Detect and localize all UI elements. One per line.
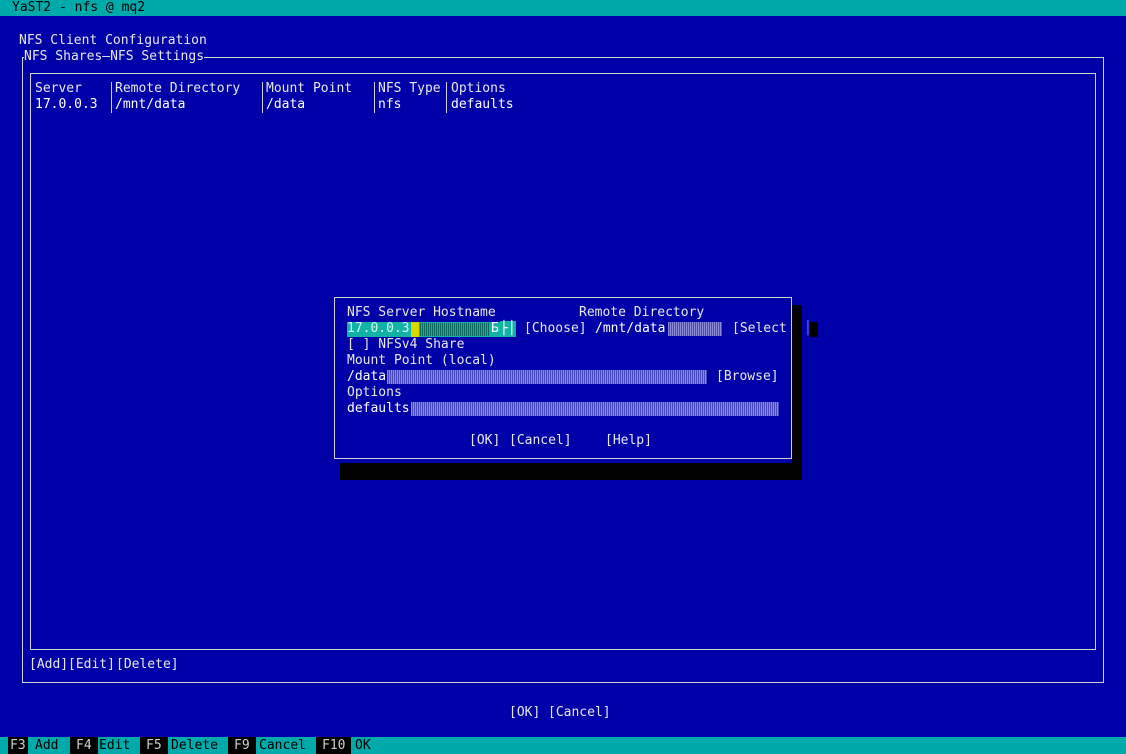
fkey-f9[interactable]: F9: [228, 737, 256, 754]
mount-point-value[interactable]: /data: [347, 369, 386, 385]
fkey-f10-label[interactable]: OK: [355, 737, 371, 754]
fkey-f4[interactable]: F4: [70, 737, 98, 754]
fkey-f5-label[interactable]: Delete: [171, 737, 218, 754]
main-cancel-button[interactable]: [Cancel]: [548, 705, 611, 721]
column-header-nfs-type[interactable]: NFS Type: [378, 81, 441, 97]
dialog-shadow-bottom: [340, 463, 802, 480]
nfsv4-checkbox[interactable]: [ ] NFSv4 Share: [347, 337, 464, 353]
cell-nfs-type: nfs: [378, 97, 402, 112]
hostname-value: 17.0.0.3: [347, 321, 410, 336]
page-title: NFS Client Configuration: [19, 33, 207, 48]
options-input[interactable]: [411, 402, 779, 416]
hostname-input-fill: [418, 323, 490, 336]
column-separator: [111, 82, 112, 113]
dialog-cancel-button[interactable]: [Cancel]: [509, 433, 572, 449]
remote-directory-label: Remote Directory: [579, 305, 705, 320]
window-title-bar: YaST2 - nfs @ mq2: [0, 0, 1126, 16]
fkey-f9-label[interactable]: Cancel: [259, 737, 306, 754]
options-value[interactable]: defaults: [347, 401, 410, 417]
column-header-remote-directory[interactable]: Remote Directory: [115, 81, 240, 97]
browse-button[interactable]: [Browse]: [716, 369, 779, 385]
fkey-f3[interactable]: F3: [8, 737, 28, 754]
dialog-help-button[interactable]: [Help]: [605, 433, 652, 449]
main-ok-button[interactable]: [OK]: [509, 705, 540, 721]
window-title: YaST2 - nfs @ mq2: [12, 0, 146, 15]
column-header-server[interactable]: Server: [35, 81, 82, 97]
text-cursor: [411, 322, 419, 337]
dialog-ok-button[interactable]: [OK]: [469, 433, 500, 449]
select-button[interactable]: [Select: [732, 321, 787, 337]
dialog-edge-block: [810, 322, 818, 337]
column-separator: [374, 82, 375, 113]
cell-remote-directory: /mnt/data: [115, 97, 186, 112]
column-separator: [446, 82, 447, 113]
mount-point-label: Mount Point (local): [347, 353, 496, 368]
tab-nfs-settings[interactable]: NFS Settings: [110, 49, 204, 64]
tab-nfs-shares[interactable]: NFS Shares: [24, 49, 102, 64]
cell-options: defaults: [451, 97, 514, 112]
choose-button[interactable]: [Choose]: [524, 321, 587, 337]
hostname-combo-edge: ├│: [500, 321, 516, 337]
function-key-bar: F3 Add F4 Edit F5 Delete F9 Cancel F10 O…: [0, 737, 1126, 754]
remote-directory-input[interactable]: [668, 322, 722, 336]
hostname-dropdown-arrow[interactable]: Б: [491, 321, 499, 337]
column-header-mount-point[interactable]: Mount Point: [266, 81, 352, 97]
column-separator: [262, 82, 263, 113]
fkey-f3-label[interactable]: Add: [35, 737, 58, 754]
add-button[interactable]: [Add]: [29, 657, 68, 673]
hostname-label: NFS Server Hostname: [347, 305, 496, 320]
tab-separator: —: [102, 49, 111, 64]
fkey-f4-label[interactable]: Edit: [99, 737, 130, 754]
fkey-f10[interactable]: F10: [316, 737, 352, 754]
edit-button[interactable]: [Edit]: [68, 657, 115, 673]
cell-server: 17.0.0.3: [35, 97, 98, 112]
remote-directory-value[interactable]: /mnt/data: [595, 321, 665, 337]
fkey-f5[interactable]: F5: [140, 737, 168, 754]
delete-button[interactable]: [Delete]: [116, 657, 179, 673]
options-label: Options: [347, 385, 402, 400]
mount-point-input[interactable]: [387, 370, 707, 384]
tab-bar: NFS Shares—NFS Settings: [24, 49, 205, 65]
cell-mount-point: /data: [266, 97, 306, 112]
column-header-options[interactable]: Options: [451, 81, 506, 97]
dialog-shadow-right: [792, 305, 802, 480]
